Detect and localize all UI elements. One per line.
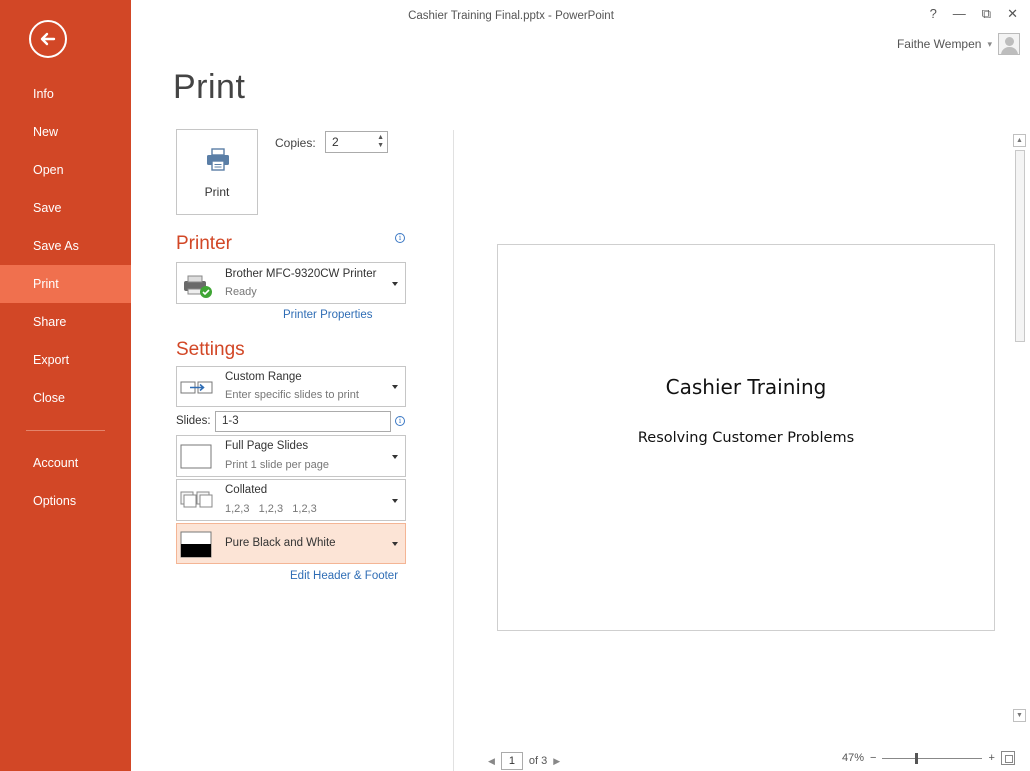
help-icon[interactable]: ? xyxy=(930,6,937,22)
info-icon[interactable]: i xyxy=(395,416,405,426)
window-controls: ? — ⧉ ✕ xyxy=(930,6,1018,22)
zoom-level[interactable]: 47% xyxy=(842,752,864,764)
close-icon[interactable]: ✕ xyxy=(1007,6,1018,22)
scroll-up-icon[interactable]: ▲ xyxy=(1013,134,1026,147)
copies-stepper[interactable]: 2 ▲ ▼ xyxy=(325,131,388,153)
nav-divider xyxy=(26,430,105,431)
range-title: Custom Range xyxy=(225,371,302,383)
back-arrow-icon[interactable] xyxy=(29,20,67,58)
printer-heading: Printer xyxy=(176,233,232,254)
chevron-down-icon xyxy=(392,282,398,286)
chevron-down-icon xyxy=(392,499,398,503)
restore-icon[interactable]: ⧉ xyxy=(982,6,991,22)
print-range-dropdown[interactable]: Custom Range Enter specific slides to pr… xyxy=(176,366,406,407)
layout-dropdown[interactable]: Full Page Slides Print 1 slide per page xyxy=(176,435,406,477)
preview-scrollbar[interactable]: ▲ ▼ xyxy=(1012,130,1028,725)
chevron-down-icon: ▾ xyxy=(987,38,992,49)
zoom-to-page-icon[interactable] xyxy=(1000,751,1015,765)
copies-label: Copies: xyxy=(275,136,316,150)
nav-save-as[interactable]: Save As xyxy=(0,227,131,265)
chevron-down-icon xyxy=(392,455,398,459)
slide-subtitle: Resolving Customer Problems xyxy=(637,430,855,446)
spin-arrows-icon[interactable]: ▲ ▼ xyxy=(377,134,384,150)
backstage-sidebar: Info New Open Save Save As Print Share E… xyxy=(0,0,131,771)
window-title: Cashier Training Final.pptx - PowerPoint xyxy=(408,10,614,22)
zoom-control: 47% − + xyxy=(842,751,1015,765)
nav-export[interactable]: Export xyxy=(0,341,131,379)
slides-input[interactable]: 1-3 xyxy=(215,411,391,432)
page-title: Print xyxy=(173,68,246,106)
color-dropdown[interactable]: Pure Black and White xyxy=(176,523,406,564)
printer-properties-link[interactable]: Printer Properties xyxy=(283,309,372,321)
zoom-slider-thumb[interactable] xyxy=(915,753,919,764)
nav-save[interactable]: Save xyxy=(0,189,131,227)
zoom-slider[interactable] xyxy=(882,752,983,764)
nav-share[interactable]: Share xyxy=(0,303,131,341)
settings-heading: Settings xyxy=(176,339,245,360)
zoom-in-icon[interactable]: + xyxy=(988,752,994,764)
collation-dropdown[interactable]: Collated 1,2,3 1,2,3 1,2,3 xyxy=(176,479,406,521)
full-page-slide-icon xyxy=(180,444,212,469)
chevron-down-icon xyxy=(392,385,398,389)
slides-label: Slides: xyxy=(176,415,211,427)
next-page-icon[interactable]: ▶ xyxy=(553,756,560,767)
collation-desc: 1,2,3 1,2,3 1,2,3 xyxy=(225,503,317,515)
page-count: of 3 xyxy=(528,755,548,767)
slide-title: Cashier Training xyxy=(665,375,827,399)
nav-close[interactable]: Close xyxy=(0,379,131,417)
collation-title: Collated xyxy=(225,484,268,496)
nav-options[interactable]: Options xyxy=(0,482,131,520)
collated-icon xyxy=(180,491,213,508)
color-title: Pure Black and White xyxy=(225,537,336,549)
scroll-down-icon[interactable]: ▼ xyxy=(1013,709,1026,722)
pane-divider xyxy=(453,130,454,771)
print-button-label: Print xyxy=(204,185,230,199)
printer-icon xyxy=(207,148,229,171)
custom-range-icon xyxy=(180,381,213,394)
black-and-white-icon xyxy=(180,531,212,558)
nav-new[interactable]: New xyxy=(0,113,131,151)
prev-page-icon[interactable]: ◀ xyxy=(488,756,495,767)
account-menu[interactable]: Faithe Wempen ▾ xyxy=(897,33,1020,55)
printer-status: Ready xyxy=(225,286,257,298)
print-preview: Cashier Training Resolving Customer Prob… xyxy=(497,244,995,631)
layout-title: Full Page Slides xyxy=(225,440,309,452)
scroll-thumb[interactable] xyxy=(1015,150,1025,342)
avatar xyxy=(998,33,1020,55)
edit-header-footer-link[interactable]: Edit Header & Footer xyxy=(290,570,398,582)
range-desc: Enter specific slides to print xyxy=(225,389,359,401)
printer-name: Brother MFC-9320CW Printer xyxy=(225,268,377,280)
info-icon[interactable]: i xyxy=(395,233,405,243)
nav-open[interactable]: Open xyxy=(0,151,131,189)
nav-print[interactable]: Print xyxy=(0,265,131,303)
print-button[interactable]: Print xyxy=(176,129,258,215)
printer-ready-icon xyxy=(184,275,212,298)
page-navigator: ◀ 1 of 3 ▶ xyxy=(488,752,560,770)
minimize-icon[interactable]: — xyxy=(953,6,966,22)
backstage-nav: Info New Open Save Save As Print Share E… xyxy=(0,75,131,520)
nav-account[interactable]: Account xyxy=(0,444,131,482)
printer-dropdown[interactable]: Brother MFC-9320CW Printer Ready xyxy=(176,262,406,304)
zoom-out-icon[interactable]: − xyxy=(870,752,876,764)
page-number-input[interactable]: 1 xyxy=(500,752,523,770)
account-name: Faithe Wempen xyxy=(896,37,982,51)
chevron-down-icon xyxy=(392,542,398,546)
layout-desc: Print 1 slide per page xyxy=(225,459,329,471)
copies-value: 2 xyxy=(332,135,339,149)
nav-info[interactable]: Info xyxy=(0,75,131,113)
